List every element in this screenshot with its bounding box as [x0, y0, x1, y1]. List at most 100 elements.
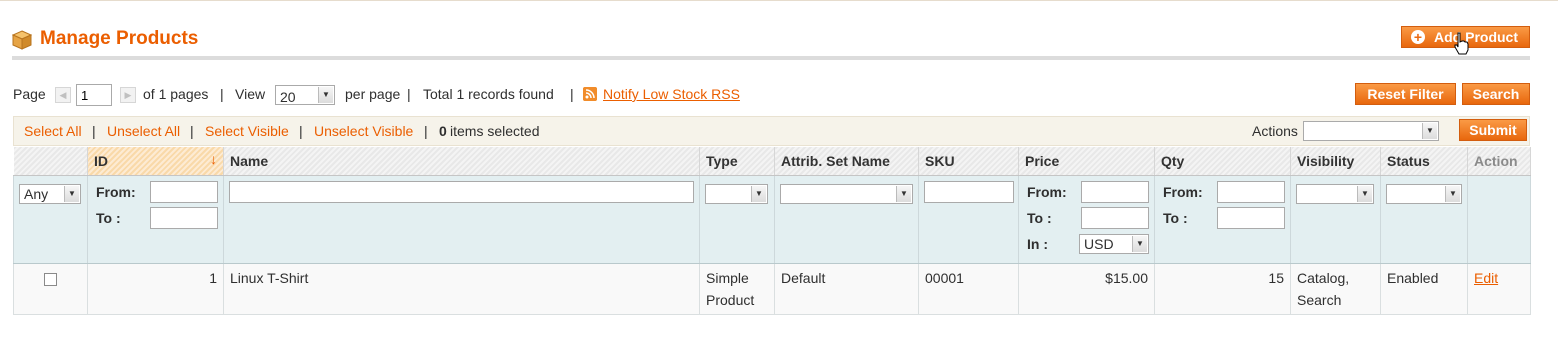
massaction-filter-select[interactable]: Any ▼ [19, 183, 81, 204]
header-divider [12, 56, 1530, 60]
page-label: Page [13, 86, 46, 102]
separator: | [220, 86, 224, 102]
id-from-input[interactable] [150, 180, 218, 203]
next-page-icon[interactable]: ▶ [120, 87, 136, 103]
plus-circle-icon: + [1411, 30, 1425, 44]
qty-to-input[interactable] [1217, 206, 1285, 229]
per-page-select[interactable]: 20 ▼ [275, 85, 335, 105]
col-status[interactable]: Status [1380, 147, 1468, 176]
separator: | [92, 123, 96, 139]
name-filter-input[interactable] [229, 180, 694, 203]
qty-from-input[interactable] [1217, 180, 1285, 203]
to-label: To : [1027, 209, 1052, 226]
search-button[interactable]: Search [1462, 83, 1530, 105]
unselect-all-link[interactable]: Unselect All [107, 123, 180, 139]
currency-value: USD [1084, 235, 1114, 252]
filter-attrib-set: ▼ [774, 175, 919, 264]
cell-visibility: Catalog, Search [1290, 263, 1381, 315]
page-input[interactable] [76, 84, 112, 106]
chevron-down-icon: ▼ [64, 185, 79, 202]
hand-cursor-icon [1454, 32, 1469, 55]
col-price[interactable]: Price [1018, 147, 1155, 176]
filter-action [1467, 175, 1531, 264]
cell-id: 1 [87, 263, 224, 315]
cell-type-line1: Simple [706, 269, 749, 286]
products-table: ID ↓ Name Type Attrib. Set Name SKU Pric… [13, 147, 1531, 315]
cell-qty: 15 [1154, 263, 1291, 315]
cell-sku: 00001 [918, 263, 1019, 315]
col-attrib-set[interactable]: Attrib. Set Name [774, 147, 919, 176]
chevron-down-icon: ▼ [318, 87, 333, 103]
chevron-down-icon: ▼ [1422, 123, 1437, 139]
cell-attrib-set: Default [774, 263, 919, 315]
col-visibility[interactable]: Visibility [1290, 147, 1381, 176]
row-checkbox[interactable] [44, 272, 57, 286]
separator: | [190, 123, 194, 139]
filter-qty: From: To : [1154, 175, 1291, 264]
edit-link[interactable]: Edit [1474, 270, 1498, 286]
from-label: From: [1027, 183, 1067, 200]
massaction-bar: Select All | Unselect All | Select Visib… [13, 116, 1530, 146]
col-action: Action [1467, 147, 1531, 176]
reset-filter-button[interactable]: Reset Filter [1355, 83, 1456, 105]
of-pages-text: of 1 pages [143, 86, 209, 102]
filter-status: ▼ [1380, 175, 1468, 264]
sku-filter-input[interactable] [924, 180, 1014, 203]
from-label: From: [1163, 183, 1203, 200]
products-grid: ID ↓ Name Type Attrib. Set Name SKU Pric… [13, 147, 1531, 315]
chevron-down-icon: ▼ [1445, 185, 1460, 202]
price-to-input[interactable] [1081, 206, 1149, 229]
rss-icon [583, 87, 597, 101]
prev-page-icon[interactable]: ◀ [55, 87, 71, 103]
sort-arrow-icon: ↓ [210, 151, 217, 167]
select-all-link[interactable]: Select All [24, 123, 82, 139]
filter-visibility: ▼ [1290, 175, 1381, 264]
id-to-input[interactable] [150, 206, 218, 229]
filter-sku [918, 175, 1019, 264]
status-filter-select[interactable]: ▼ [1386, 183, 1462, 204]
attrib-set-filter-select[interactable]: ▼ [780, 183, 913, 204]
unselect-visible-link[interactable]: Unselect Visible [314, 123, 413, 139]
per-page-value: 20 [280, 89, 296, 105]
notify-low-stock-rss-link[interactable]: Notify Low Stock RSS [603, 86, 740, 102]
selected-count: 0 [439, 123, 447, 139]
filter-price: From: To : In : USD ▼ [1018, 175, 1155, 264]
currency-select[interactable]: USD ▼ [1079, 233, 1149, 254]
page-title: Manage Products [40, 28, 199, 49]
select-visible-link[interactable]: Select Visible [205, 123, 289, 139]
col-name[interactable]: Name [223, 147, 700, 176]
per-page-label: per page [345, 86, 401, 102]
visibility-filter-select[interactable]: ▼ [1296, 183, 1374, 204]
to-label: To : [1163, 209, 1188, 226]
cell-price: $15.00 [1018, 263, 1155, 315]
type-filter-select[interactable]: ▼ [705, 183, 768, 204]
cell-type-line2: Product [706, 291, 755, 308]
col-type[interactable]: Type [699, 147, 775, 176]
items-selected-label: items selected [450, 123, 540, 139]
in-label: In : [1027, 235, 1048, 252]
chevron-down-icon: ▼ [1357, 185, 1372, 202]
massaction-filter-value: Any [24, 185, 49, 202]
table-row[interactable]: 1 Linux T-Shirt Simple Product Default 0… [13, 263, 1531, 315]
add-product-label: Add Product [1434, 29, 1518, 45]
cell-type: Simple Product [699, 263, 775, 315]
chevron-down-icon: ▼ [896, 185, 911, 202]
actions-label: Actions [1252, 123, 1298, 139]
top-border [0, 0, 1558, 1]
view-label: View [235, 86, 266, 102]
box-icon [12, 30, 32, 50]
chevron-down-icon: ▼ [1132, 235, 1147, 252]
filter-type: ▼ [699, 175, 775, 264]
cell-action: Edit [1467, 263, 1531, 315]
col-sku[interactable]: SKU [918, 147, 1019, 176]
cell-visibility-line2: Search [1297, 291, 1342, 308]
filter-row: Any ▼ From: To : ▼ ▼ From: To: In: USD… [13, 175, 1531, 264]
col-id[interactable]: ID ↓ [87, 147, 224, 176]
col-qty[interactable]: Qty [1154, 147, 1291, 176]
price-from-input[interactable] [1081, 180, 1149, 203]
actions-select[interactable]: ▼ [1303, 121, 1439, 141]
col-id-label: ID [94, 152, 108, 169]
to-label: To : [96, 209, 121, 226]
from-label: From: [96, 183, 136, 200]
submit-button[interactable]: Submit [1459, 119, 1527, 141]
